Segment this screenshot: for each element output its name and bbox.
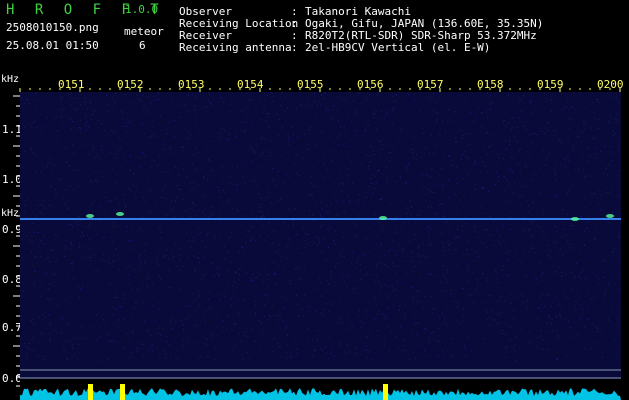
info-value-antenna: 2el-HB9CV Vertical (el. E-W) xyxy=(305,41,491,54)
info-label-antenna: Receiving antenna xyxy=(179,41,292,54)
meteor-count: 6 xyxy=(139,39,146,52)
app-version: 1.0.0 xyxy=(125,3,159,16)
info-sep: : xyxy=(291,41,298,54)
meteor-label: meteor xyxy=(124,25,164,38)
y-unit-top: kHz xyxy=(1,74,20,85)
file-name: 2508010150.png xyxy=(6,21,99,34)
file-datetime: 25.08.01 01:50 xyxy=(6,39,99,52)
header: H R O F F T 1.0.0 2508010150.png meteor … xyxy=(0,0,629,72)
axis-ticks xyxy=(13,88,621,387)
